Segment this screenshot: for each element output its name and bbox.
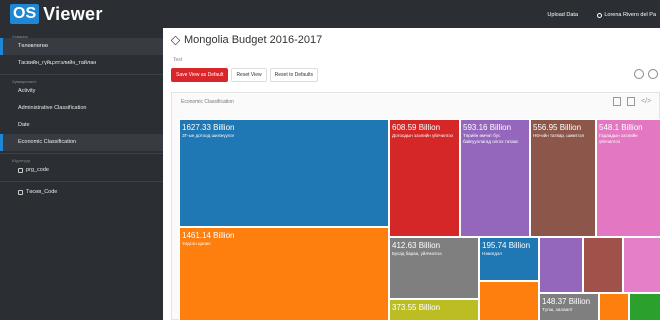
logo-text: Viewer [43, 3, 103, 24]
main-content: Mongolia Budget 2016-2017 Test Save View… [163, 28, 660, 320]
sidebar-item-label: Тасвийн_гүйцэтгэлийн_тайлан [18, 60, 97, 66]
sidebar-item-activity[interactable]: Activity [0, 83, 163, 100]
sidebar-item-date[interactable]: Date [0, 117, 163, 134]
tile-label: Үндсэн цалин [182, 241, 211, 246]
divider [0, 153, 163, 154]
tile-value: 412.63 Billion [392, 241, 441, 250]
treemap-tile[interactable]: 548.1 Billion Гадаадын зээлийн үйлчилгээ [596, 119, 660, 237]
page-title: Mongolia Budget 2016-2017 [184, 34, 323, 46]
sidebar-item-prg-code[interactable]: prg_code [0, 162, 163, 179]
sidebar-item-label: Date [18, 122, 30, 128]
save-view-default-button[interactable]: Save View as Default [171, 68, 229, 82]
tile-value: 148.37 Billion [542, 297, 591, 306]
tile-label: Нэмэгдэл [482, 251, 502, 256]
tile-value: 593.16 Billion [463, 123, 512, 132]
delete-icon[interactable] [627, 97, 635, 106]
checkbox-icon [18, 168, 23, 173]
settings-icon[interactable] [648, 69, 658, 79]
sidebar-item-report[interactable]: Тасвийн_гүйцэтгэлийн_тайлан [0, 55, 163, 72]
tile-label: Түлш, халаалт [542, 307, 573, 312]
sidebar-item-label: Economic Classification [18, 139, 77, 145]
sidebar-item-label: Төлөвлөгөө [18, 43, 48, 49]
cube-icon [170, 35, 181, 45]
panel-title: Economic Classification [181, 99, 234, 105]
reset-defaults-button[interactable]: Reset to Defaults [269, 68, 318, 82]
treemap-tile[interactable] [599, 293, 629, 320]
tile-value: 195.74 Billion [482, 241, 531, 250]
page-tools [634, 69, 658, 79]
tile-label: Гадаадын зээлийн үйлчилгээ [599, 133, 638, 144]
panel-header: Economic Classification </> [172, 93, 659, 113]
sidebar-item-label: Activity [18, 88, 36, 94]
download-icon[interactable] [613, 97, 621, 106]
tile-label: НӨ-ийн татвар, шимтгэл [533, 133, 585, 138]
user-icon [597, 12, 603, 18]
treemap-tile[interactable]: 195.74 Billion Нэмэгдэл [479, 237, 539, 281]
chart-panel: Economic Classification </> 1627.33 Bill… [171, 92, 660, 320]
tile-label: Бусад бараа, үйлчилгээ [392, 251, 442, 256]
treemap-tile[interactable]: 412.63 Billion Бусад бараа, үйлчилгээ [389, 237, 479, 299]
tile-value: 548.1 Billion [599, 123, 643, 132]
user-menu[interactable]: Lorena Rivero del Pa [597, 12, 656, 18]
view-buttons: Save View as Default Reset View Reset to… [171, 68, 318, 82]
treemap-tile[interactable] [623, 237, 660, 293]
checkbox-icon [18, 190, 23, 195]
treemap-tile[interactable]: 1627.33 Billion ЗГ-ын дотоод шилжүүлэг [179, 119, 389, 227]
tile-value: 373.55 Billion [392, 303, 441, 312]
app-logo[interactable]: OS Viewer [0, 0, 163, 28]
user-name: Lorena Rivero del Pa [604, 12, 656, 18]
tile-value: 1461.14 Billion [182, 231, 235, 240]
page-subtitle: Test [173, 57, 183, 63]
divider [0, 74, 163, 75]
treemap-tile[interactable] [629, 293, 660, 320]
divider [0, 181, 163, 182]
logo-badge: OS [10, 4, 40, 24]
sidebar-item-budget-code[interactable]: Төсөв_Code [0, 184, 163, 201]
top-bar: Upload Data Lorena Rivero del Pa [163, 0, 660, 28]
treemap-tile[interactable] [539, 237, 583, 293]
treemap-tile[interactable]: 373.55 Billion [389, 299, 479, 320]
sidebar-item-label: Төсөв_Code [26, 189, 58, 195]
treemap-tile[interactable]: 608.59 Billion Дотоодын зээлийн үйлчилгэ… [389, 119, 460, 237]
embed-code-icon[interactable]: </> [641, 97, 651, 106]
tile-value: 1627.33 Billion [182, 123, 235, 132]
sidebar: OS Viewer Хэмжээс Төлөвлөгөө Тасвийн_гүй… [0, 0, 163, 320]
tile-label: Төрийн өмчит бус байгууллагад олгох тата… [463, 133, 519, 144]
sidebar-item-label: Administrative Classification [18, 105, 87, 111]
sidebar-item-plan[interactable]: Төлөвлөгөө [0, 38, 163, 55]
sidebar-item-economic[interactable]: Economic Classification [0, 134, 163, 151]
tile-value: 556.95 Billion [533, 123, 582, 132]
tile-label: Дотоодын зээлийн үйлчилгээ [392, 133, 453, 138]
treemap-tile[interactable]: 593.16 Billion Төрийн өмчит бус байгуулл… [460, 119, 530, 237]
treemap-tile[interactable] [583, 237, 623, 293]
tile-value: 608.59 Billion [392, 123, 441, 132]
upload-data-link[interactable]: Upload Data [547, 12, 578, 18]
panel-tools: </> [613, 97, 651, 106]
sidebar-item-administrative[interactable]: Administrative Classification [0, 100, 163, 117]
treemap-tile[interactable]: 556.95 Billion НӨ-ийн татвар, шимтгэл [530, 119, 596, 237]
sidebar-item-label: prg_code [26, 167, 49, 173]
tile-label: ЗГ-ын дотоод шилжүүлэг [182, 133, 235, 138]
treemap-tile[interactable] [479, 281, 539, 320]
treemap-chart: 1627.33 Billion ЗГ-ын дотоод шилжүүлэг 1… [179, 119, 660, 320]
treemap-tile[interactable]: 1461.14 Billion Үндсэн цалин [179, 227, 389, 320]
title-row: Mongolia Budget 2016-2017 [170, 34, 323, 46]
info-icon[interactable] [634, 69, 644, 79]
reset-view-button[interactable]: Reset View [231, 68, 267, 82]
treemap-tile[interactable]: 148.37 Billion Түлш, халаалт [539, 293, 599, 320]
